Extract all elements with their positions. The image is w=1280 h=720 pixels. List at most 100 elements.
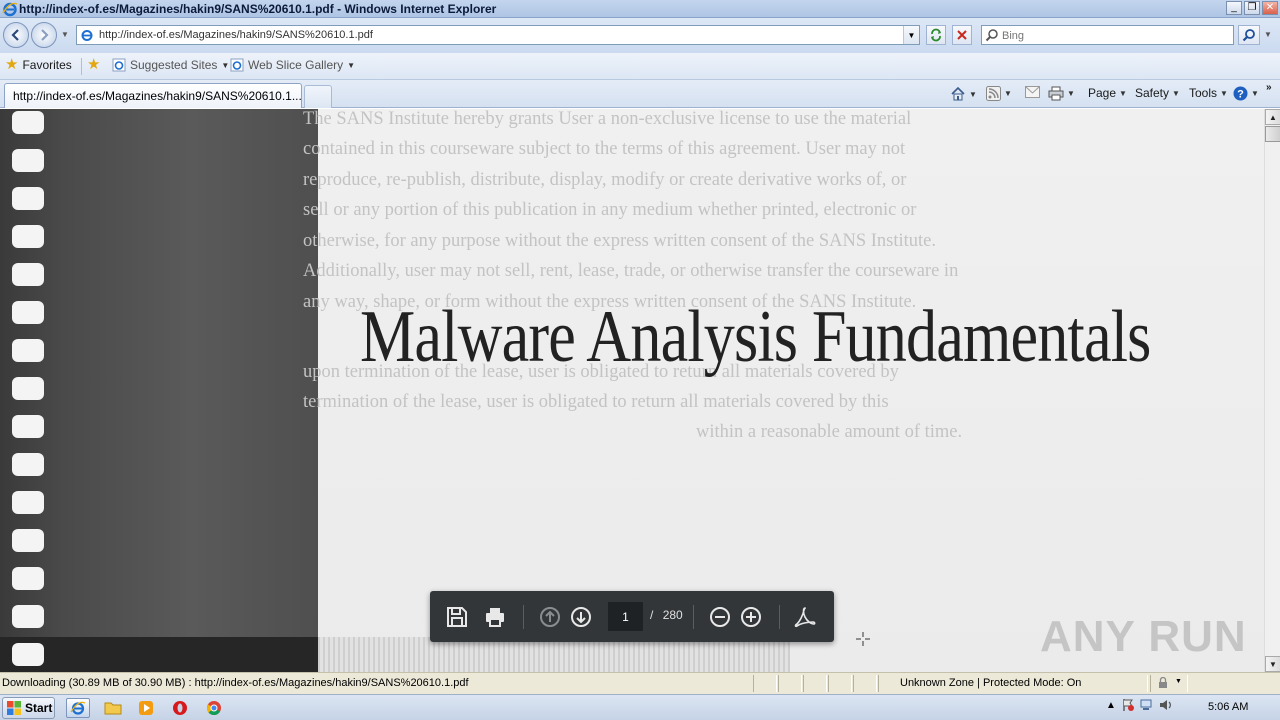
pdf-viewport[interactable]: The SANS Institute hereby grants User a … [0, 109, 1264, 672]
chevron-down-icon: ▼ [1119, 88, 1127, 98]
taskbar-ie-button[interactable] [66, 698, 90, 718]
close-button[interactable]: ✕ [1262, 1, 1278, 15]
toolbar-overflow-button[interactable]: » [1266, 82, 1272, 93]
cursor-crosshair-icon [856, 632, 870, 646]
film-strip-image [0, 109, 318, 672]
start-button[interactable]: Start [2, 697, 55, 719]
tools-menu[interactable]: Tools ▼ [1189, 86, 1228, 100]
printer-icon [1048, 86, 1064, 101]
address-url[interactable]: http://index-of.es/Magazines/hakin9/SANS… [99, 29, 373, 41]
zoom-out-button[interactable] [707, 604, 733, 630]
open-in-acrobat-button[interactable] [792, 604, 818, 630]
film-sprocket-hole [12, 377, 44, 400]
history-dropdown-icon[interactable]: ▼ [61, 30, 69, 39]
compatibility-view-button[interactable] [926, 25, 946, 45]
start-label: Start [25, 701, 53, 715]
rss-feed-icon [986, 86, 1001, 101]
search-input[interactable] [1002, 28, 1222, 43]
page-separator: / [650, 608, 654, 622]
back-button[interactable] [3, 22, 29, 48]
page-menu[interactable]: Page ▼ [1088, 86, 1127, 100]
status-bar: Downloading (30.89 MB of 30.90 MB) : htt… [0, 672, 1280, 694]
read-mail-button[interactable] [1025, 86, 1040, 98]
film-sprocket-hole [12, 415, 44, 438]
clock[interactable]: 5:06 AM [1208, 701, 1248, 713]
chevron-down-icon: ▼ [347, 60, 356, 70]
minimize-button[interactable]: _ [1226, 1, 1242, 15]
taskbar-opera-button[interactable] [168, 698, 192, 718]
show-hidden-icons-icon[interactable]: ▲ [1106, 700, 1116, 711]
page-number-input[interactable]: 1 [608, 602, 643, 631]
bleed-line: Additionally, user may not sell, rent, l… [303, 261, 959, 281]
film-sprocket-hole [12, 605, 44, 628]
address-dropdown-button[interactable]: ▼ [903, 26, 919, 44]
pdf-page: The SANS Institute hereby grants User a … [303, 109, 1264, 672]
print-button[interactable]: ▼ [1048, 86, 1075, 101]
safety-menu-label: Safety [1135, 86, 1170, 100]
page-count: 280 [662, 608, 683, 622]
home-button[interactable]: ▼ [950, 86, 977, 102]
bleed-line: within a reasonable amount of time. [696, 422, 963, 442]
network-icon[interactable] [1140, 698, 1154, 712]
plus-circle-icon [741, 607, 761, 627]
bing-search-icon [985, 29, 998, 42]
film-sprocket-hole [12, 643, 44, 666]
previous-page-button[interactable] [537, 604, 563, 630]
title-bar: http://index-of.es/Magazines/hakin9/SANS… [0, 0, 1280, 18]
next-page-button[interactable] [568, 604, 594, 630]
film-sprocket-hole [12, 567, 44, 590]
search-options-icon[interactable]: ▼ [1264, 30, 1272, 39]
new-tab-button[interactable] [304, 85, 332, 108]
print-pdf-button[interactable] [482, 604, 508, 630]
favorites-button[interactable]: ★ Favorites [5, 57, 72, 72]
help-button[interactable]: ? ▼ [1233, 86, 1259, 101]
taskbar: Start ▲ 5:06 AM [0, 694, 1280, 720]
window-title: http://index-of.es/Magazines/hakin9/SANS… [19, 2, 497, 16]
suggested-sites-link[interactable]: Suggested Sites ▼ [112, 58, 229, 72]
ie-page-icon [112, 58, 126, 72]
ie-logo-icon [70, 701, 86, 715]
film-sprocket-hole [12, 111, 44, 134]
page-menu-label: Page [1088, 86, 1117, 100]
document-title: Malware Analysis Fundamentals [360, 296, 1151, 378]
web-slice-gallery-label: Web Slice Gallery [248, 58, 344, 72]
vertical-scrollbar[interactable]: ▲ ▼ [1264, 109, 1280, 672]
ie-page-icon [230, 58, 244, 72]
feeds-button[interactable]: ▼ [986, 86, 1012, 101]
taskbar-media-player-button[interactable] [134, 698, 158, 718]
forward-button[interactable] [31, 22, 57, 48]
volume-icon[interactable] [1159, 698, 1173, 712]
stop-x-icon [957, 30, 967, 40]
add-to-favorites-bar-button[interactable]: ★ [87, 57, 100, 72]
taskbar-chrome-button[interactable] [202, 698, 226, 718]
search-go-button[interactable] [1238, 25, 1260, 45]
ie-page-icon [81, 30, 93, 41]
page-total: / 280 [650, 608, 683, 622]
scroll-thumb[interactable] [1265, 126, 1280, 142]
web-slice-gallery-link[interactable]: Web Slice Gallery ▼ [230, 58, 355, 72]
restore-button[interactable]: ❐ [1244, 1, 1260, 15]
film-sprocket-hole [12, 263, 44, 286]
scroll-down-button[interactable]: ▼ [1265, 656, 1280, 672]
film-sprocket-hole [12, 529, 44, 552]
tab-active[interactable]: http://index-of.es/Magazines/hakin9/SANS… [4, 83, 302, 108]
chevron-down-icon: ▼ [1220, 88, 1228, 98]
chrome-icon [206, 701, 221, 716]
bleed-line: otherwise, for any purpose without the e… [303, 231, 936, 251]
address-bar[interactable]: http://index-of.es/Magazines/hakin9/SANS… [76, 25, 920, 45]
zoom-control[interactable]: ▼ [1150, 675, 1188, 692]
action-center-flag-icon[interactable] [1121, 698, 1135, 712]
safety-menu[interactable]: Safety ▼ [1135, 86, 1180, 100]
zoom-in-button[interactable] [738, 604, 764, 630]
bleed-line: contained in this courseware subject to … [303, 139, 906, 159]
lock-icon [1159, 677, 1167, 688]
arrow-down-circle-icon [571, 607, 591, 627]
security-zone[interactable]: Unknown Zone | Protected Mode: On [900, 677, 1081, 689]
save-button[interactable] [444, 604, 470, 630]
system-tray: ▲ [1106, 698, 1173, 712]
taskbar-explorer-button[interactable] [101, 698, 125, 718]
search-box[interactable] [981, 25, 1234, 45]
scroll-up-button[interactable]: ▲ [1265, 109, 1280, 125]
stop-button[interactable] [952, 25, 972, 45]
refresh-icon [931, 28, 941, 42]
